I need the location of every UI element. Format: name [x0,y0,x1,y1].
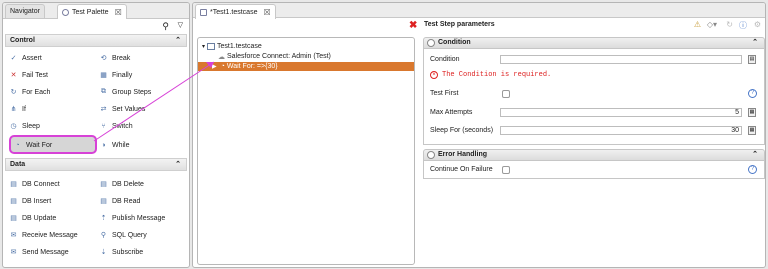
drag-arrow [93,61,215,142]
